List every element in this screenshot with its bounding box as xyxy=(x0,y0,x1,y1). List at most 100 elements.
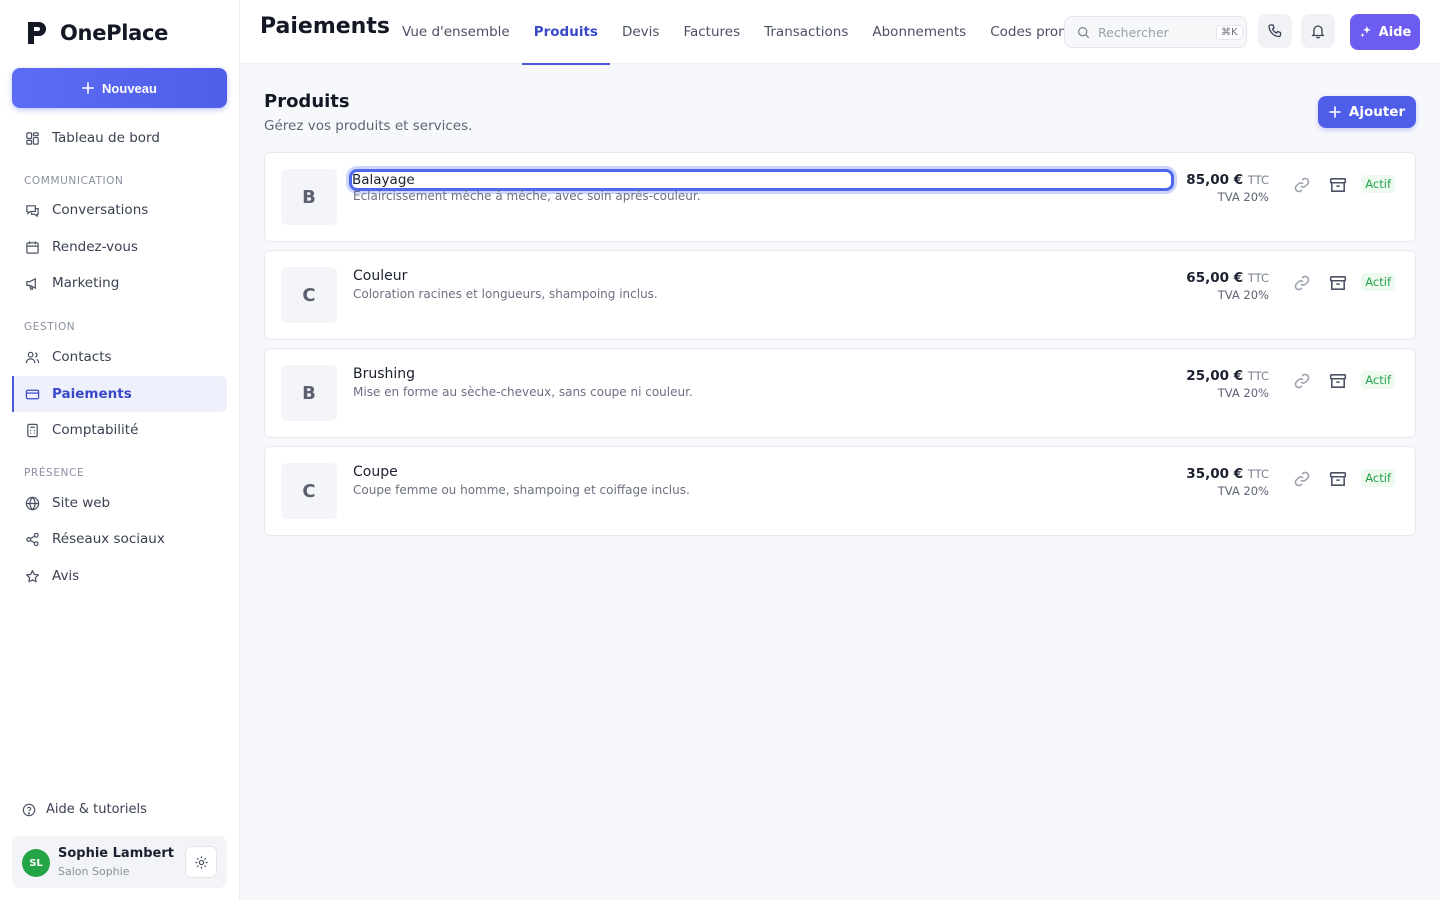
new-button[interactable]: Nouveau xyxy=(12,68,227,108)
product-price: 85,00 € TTC xyxy=(1186,172,1269,188)
notifications-button[interactable] xyxy=(1301,14,1335,48)
sidebar-item-label: Avis xyxy=(52,568,80,584)
price-suffix: TTC xyxy=(1247,369,1269,383)
product-name[interactable]: Couleur xyxy=(353,268,407,284)
tab-subscriptions[interactable]: Abonnements xyxy=(860,0,978,64)
product-initial: C xyxy=(281,267,337,323)
status-badge: Actif xyxy=(1361,469,1395,487)
new-button-label: Nouveau xyxy=(102,80,157,96)
price-amount: 35,00 € xyxy=(1186,466,1244,482)
product-price: 35,00 € TTC xyxy=(1186,466,1269,482)
user-name: Sophie Lambert xyxy=(58,846,175,861)
tab-invoices[interactable]: Factures xyxy=(671,0,752,64)
price-suffix: TTC xyxy=(1247,271,1269,285)
sparkles-icon xyxy=(1359,25,1371,38)
sidebar-item-marketing[interactable]: Marketing xyxy=(12,265,227,301)
sidebar-item-contacts[interactable]: Contacts xyxy=(12,339,227,375)
share-icon xyxy=(26,532,39,546)
user-card[interactable]: SL Sophie Lambert Salon Sophie xyxy=(12,836,227,888)
status-badge: Actif xyxy=(1361,273,1395,291)
help-link-label: Aide & tutoriels xyxy=(46,802,147,817)
user-business: Salon Sophie xyxy=(58,865,130,878)
dashboard-icon xyxy=(26,131,39,145)
help-tutorials-link[interactable]: Aide & tutoriels xyxy=(22,802,147,817)
product-vat: TVA 20% xyxy=(1217,484,1269,498)
chat-icon xyxy=(26,204,39,217)
users-icon xyxy=(25,351,40,363)
archive-icon[interactable] xyxy=(1329,470,1347,488)
sidebar-item-avis[interactable]: Avis xyxy=(12,558,227,594)
product-card[interactable]: C Couleur Coloration racines et longueur… xyxy=(264,250,1416,340)
tab-quotes[interactable]: Devis xyxy=(610,0,671,64)
add-product-button[interactable]: Ajouter xyxy=(1318,96,1416,128)
status-badge: Actif xyxy=(1361,175,1395,193)
link-icon[interactable] xyxy=(1293,274,1311,292)
sidebar-item-label: Conversations xyxy=(52,202,149,218)
product-price: 25,00 € TTC xyxy=(1186,368,1269,384)
section-label-communication: COMMUNICATION xyxy=(24,175,124,187)
sidebar-item-siteweb[interactable]: Site web xyxy=(12,485,227,521)
sidebar: OnePlace Nouveau Tableau de bord COMMUNI… xyxy=(0,0,240,900)
sidebar-item-conversations[interactable]: Conversations xyxy=(12,192,227,228)
search-input[interactable] xyxy=(1098,24,1208,40)
product-name[interactable]: Coupe xyxy=(353,464,398,480)
product-initial: B xyxy=(281,365,337,421)
product-vat: TVA 20% xyxy=(1217,190,1269,204)
help-circle-icon xyxy=(22,803,36,816)
sidebar-item-dashboard[interactable]: Tableau de bord xyxy=(12,120,227,156)
help-button[interactable]: Aide xyxy=(1350,14,1420,50)
globe-icon xyxy=(25,496,40,510)
sidebar-item-label: Paiements xyxy=(52,386,132,402)
archive-icon[interactable] xyxy=(1329,176,1347,194)
search-icon xyxy=(1078,26,1090,38)
archive-icon[interactable] xyxy=(1329,372,1347,390)
help-button-label: Aide xyxy=(1378,24,1412,40)
link-icon[interactable] xyxy=(1293,470,1311,488)
product-vat: TVA 20% xyxy=(1217,288,1269,302)
link-icon[interactable] xyxy=(1293,372,1311,390)
link-icon[interactable] xyxy=(1293,176,1311,194)
gear-icon xyxy=(194,855,208,869)
settings-button[interactable] xyxy=(185,846,217,878)
megaphone-icon xyxy=(26,277,36,290)
sidebar-item-label: Réseaux sociaux xyxy=(52,531,165,547)
section-subtitle: Gérez vos produits et services. xyxy=(264,118,473,134)
product-description: Coloration racines et longueurs, shampoi… xyxy=(353,287,658,301)
sidebar-item-comptabilite[interactable]: Comptabilité xyxy=(12,412,227,448)
tab-transactions[interactable]: Transactions xyxy=(752,0,860,64)
product-card[interactable]: C Coupe Coupe femme ou homme, shampoing … xyxy=(264,446,1416,536)
section-label-presence: PRÉSENCE xyxy=(24,467,85,479)
product-vat: TVA 20% xyxy=(1217,386,1269,400)
tab-products[interactable]: Produits xyxy=(521,0,611,65)
phone-button[interactable] xyxy=(1258,14,1292,48)
product-card[interactable]: B Éclaircissement mèche à mèche, avec so… xyxy=(264,152,1416,242)
sidebar-item-paiements[interactable]: Paiements xyxy=(12,376,227,412)
product-description: Coupe femme ou homme, shampoing et coiff… xyxy=(353,483,690,497)
search-shortcut: ⌘K xyxy=(1216,24,1243,40)
sidebar-item-label: Tableau de bord xyxy=(52,130,160,146)
section-title: Produits xyxy=(264,91,350,112)
price-amount: 65,00 € xyxy=(1186,270,1244,286)
phone-icon xyxy=(1268,24,1282,38)
add-button-label: Ajouter xyxy=(1348,104,1406,120)
logo[interactable]: OnePlace xyxy=(26,20,168,46)
sidebar-item-label: Rendez-vous xyxy=(52,239,138,255)
product-name[interactable]: Brushing xyxy=(353,366,415,382)
bell-icon xyxy=(1311,25,1325,39)
archive-icon[interactable] xyxy=(1329,274,1347,292)
product-description: Mise en forme au sèche-cheveux, sans cou… xyxy=(353,385,693,399)
product-initial: C xyxy=(281,463,337,519)
tab-overview[interactable]: Vue d'ensemble xyxy=(390,0,522,64)
product-name-input[interactable] xyxy=(349,169,1174,191)
credit-card-icon xyxy=(25,389,40,399)
tab-bar: Vue d'ensemble Produits Devis Factures T… xyxy=(390,0,1092,65)
product-card[interactable]: B Brushing Mise en forme au sèche-cheveu… xyxy=(264,348,1416,438)
sidebar-item-rendezvous[interactable]: Rendez-vous xyxy=(12,229,227,265)
page-title: Paiements xyxy=(260,14,390,39)
topbar: Paiements Vue d'ensemble Produits Devis … xyxy=(240,0,1440,65)
price-amount: 85,00 € xyxy=(1186,172,1244,188)
sidebar-item-label: Contacts xyxy=(52,349,112,365)
star-icon xyxy=(26,569,39,582)
sidebar-item-reseaux[interactable]: Réseaux sociaux xyxy=(12,521,227,557)
search-box[interactable]: ⌘K xyxy=(1064,16,1247,48)
